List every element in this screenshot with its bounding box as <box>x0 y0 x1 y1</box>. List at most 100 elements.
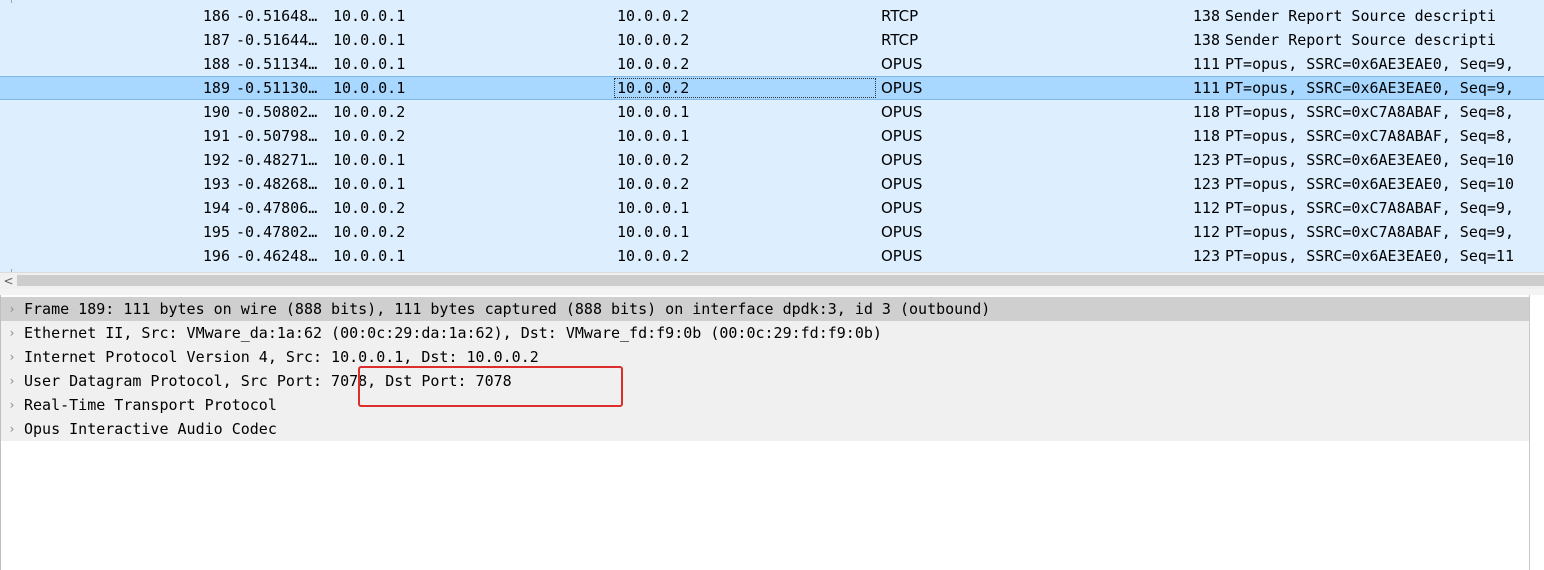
packet-number: 187 <box>202 31 230 49</box>
packet-time: -0.51134… <box>236 55 318 73</box>
packet-source: 10.0.0.1 <box>333 175 406 193</box>
packet-destination: 10.0.0.2 <box>617 31 690 49</box>
packet-list[interactable]: 186 -0.51648… 10.0.0.1 10.0.0.2 RTCP 138… <box>0 0 1544 272</box>
detail-item-label: Opus Interactive Audio Codec <box>24 420 277 438</box>
packet-row[interactable]: 186 -0.51648… 10.0.0.1 10.0.0.2 RTCP 138… <box>0 4 1544 28</box>
packet-number: 191 <box>202 127 230 145</box>
packet-info: PT=opus, SSRC=0xC7A8ABAF, Seq=9, <box>1225 199 1514 217</box>
packet-destination: 10.0.0.1 <box>617 199 690 217</box>
packet-source: 10.0.0.1 <box>333 151 406 169</box>
packet-source: 10.0.0.1 <box>333 247 406 265</box>
packet-protocol: OPUS <box>881 79 923 97</box>
packet-number: 193 <box>202 175 230 193</box>
packet-time: -0.47802… <box>236 223 318 241</box>
packet-info: PT=opus, SSRC=0x6AE3EAE0, Seq=11 <box>1225 247 1514 265</box>
packet-time: -0.50798… <box>236 127 318 145</box>
detail-tree-item-rtp[interactable]: › Real-Time Transport Protocol <box>1 393 1529 417</box>
packet-source: 10.0.0.2 <box>333 199 406 217</box>
packet-length: 138 <box>1192 31 1220 49</box>
packet-protocol: OPUS <box>881 247 923 265</box>
packet-row[interactable]: 196 -0.46248… 10.0.0.1 10.0.0.2 OPUS 123… <box>0 244 1544 268</box>
expand-arrow-icon[interactable]: › <box>6 345 18 369</box>
packet-details-pane[interactable]: › Frame 189: 111 bytes on wire (888 bits… <box>0 295 1544 570</box>
packet-destination: 10.0.0.1 <box>617 127 690 145</box>
packet-destination: 10.0.0.2 <box>617 55 690 73</box>
packet-source: 10.0.0.1 <box>333 55 406 73</box>
packet-protocol: OPUS <box>881 151 923 169</box>
packet-protocol: OPUS <box>881 175 923 193</box>
packet-source: 10.0.0.1 <box>333 31 406 49</box>
packet-time: -0.48271… <box>236 151 318 169</box>
scrollbar-thumb[interactable] <box>17 275 1544 286</box>
packet-length: 112 <box>1192 199 1220 217</box>
packet-length: 123 <box>1192 175 1220 193</box>
scroll-left-arrow-icon[interactable]: < <box>0 273 17 289</box>
packet-number: 186 <box>202 7 230 25</box>
packet-length: 123 <box>1192 151 1220 169</box>
packet-row[interactable]: 194 -0.47806… 10.0.0.2 10.0.0.1 OPUS 112… <box>0 196 1544 220</box>
packet-row[interactable]: 193 -0.48268… 10.0.0.1 10.0.0.2 OPUS 123… <box>0 172 1544 196</box>
packet-length: 138 <box>1192 7 1220 25</box>
packet-time: -0.46248… <box>236 247 318 265</box>
packet-protocol: OPUS <box>881 55 923 73</box>
packet-time: -0.51648… <box>236 7 318 25</box>
packet-row[interactable]: 187 -0.51644… 10.0.0.1 10.0.0.2 RTCP 138… <box>0 28 1544 52</box>
packet-protocol: OPUS <box>881 223 923 241</box>
detail-tree-item-ipv4[interactable]: › Internet Protocol Version 4, Src: 10.0… <box>1 345 1529 369</box>
packet-row[interactable]: 195 -0.47802… 10.0.0.2 10.0.0.1 OPUS 112… <box>0 220 1544 244</box>
detail-tree-item-opus[interactable]: › Opus Interactive Audio Codec <box>1 417 1529 441</box>
packet-info: PT=opus, SSRC=0x6AE3EAE0, Seq=9, <box>1225 79 1514 97</box>
packet-info: PT=opus, SSRC=0xC7A8ABAF, Seq=8, <box>1225 127 1514 145</box>
packet-row[interactable]: 188 -0.51134… 10.0.0.1 10.0.0.2 OPUS 111… <box>0 52 1544 76</box>
packet-protocol: OPUS <box>881 103 923 121</box>
packet-info: PT=opus, SSRC=0x6AE3EAE0, Seq=10 <box>1225 151 1514 169</box>
vertical-scrollbar[interactable] <box>1529 295 1544 570</box>
packet-row[interactable]: 191 -0.50798… 10.0.0.2 10.0.0.1 OPUS 118… <box>0 124 1544 148</box>
packet-time: -0.48268… <box>236 175 318 193</box>
detail-item-label: Ethernet II, Src: VMware_da:1a:62 (00:0c… <box>24 324 882 342</box>
packet-source: 10.0.0.1 <box>333 7 406 25</box>
packet-info: PT=opus, SSRC=0xC7A8ABAF, Seq=8, <box>1225 103 1514 121</box>
packet-length: 111 <box>1192 55 1220 73</box>
packet-protocol: RTCP <box>881 7 919 25</box>
packet-number: 190 <box>202 103 230 121</box>
packet-number: 195 <box>202 223 230 241</box>
expand-arrow-icon[interactable]: › <box>6 297 18 321</box>
detail-item-label: Frame 189: 111 bytes on wire (888 bits),… <box>24 300 991 318</box>
packet-info: Sender Report Source descripti <box>1225 7 1496 25</box>
packet-row[interactable]: 190 -0.50802… 10.0.0.2 10.0.0.1 OPUS 118… <box>0 100 1544 124</box>
expand-arrow-icon[interactable]: › <box>6 321 18 345</box>
packet-destination: 10.0.0.1 <box>617 103 690 121</box>
expand-arrow-icon[interactable]: › <box>6 393 18 417</box>
packet-row-selected[interactable]: 189 -0.51130… 10.0.0.1 10.0.0.2 OPUS 111… <box>0 76 1544 100</box>
packet-number: 196 <box>202 247 230 265</box>
detail-tree-item-frame[interactable]: › Frame 189: 111 bytes on wire (888 bits… <box>1 297 1529 321</box>
packet-source: 10.0.0.2 <box>333 103 406 121</box>
packet-protocol: OPUS <box>881 127 923 145</box>
packet-time: -0.51130… <box>236 79 318 97</box>
detail-tree-item-udp[interactable]: › User Datagram Protocol, Src Port: 7078… <box>1 369 1529 393</box>
packet-number: 189 <box>202 79 230 97</box>
packet-time: -0.47806… <box>236 199 318 217</box>
packet-length: 118 <box>1192 127 1220 145</box>
packet-destination: 10.0.0.2 <box>617 7 690 25</box>
packet-number: 188 <box>202 55 230 73</box>
packet-source: 10.0.0.2 <box>333 127 406 145</box>
packet-destination: 10.0.0.2 <box>617 151 690 169</box>
packet-destination: 10.0.0.2 <box>617 175 690 193</box>
packet-length: 111 <box>1192 79 1220 97</box>
horizontal-scrollbar[interactable]: < <box>0 272 1544 289</box>
packet-row[interactable]: 192 -0.48271… 10.0.0.1 10.0.0.2 OPUS 123… <box>0 148 1544 172</box>
expand-arrow-icon[interactable]: › <box>6 417 18 441</box>
packet-source: 10.0.0.1 <box>333 79 406 97</box>
packet-destination: 10.0.0.2 <box>617 247 690 265</box>
packet-info: PT=opus, SSRC=0xC7A8ABAF, Seq=9, <box>1225 223 1514 241</box>
packet-protocol: OPUS <box>881 199 923 217</box>
packet-destination: 10.0.0.2 <box>617 79 690 97</box>
packet-info: PT=opus, SSRC=0x6AE3EAE0, Seq=9, <box>1225 55 1514 73</box>
detail-tree-item-ethernet[interactable]: › Ethernet II, Src: VMware_da:1a:62 (00:… <box>1 321 1529 345</box>
expand-arrow-icon[interactable]: › <box>6 369 18 393</box>
packet-length: 123 <box>1192 247 1220 265</box>
packet-destination: 10.0.0.1 <box>617 223 690 241</box>
detail-item-label: Real-Time Transport Protocol <box>24 396 277 414</box>
